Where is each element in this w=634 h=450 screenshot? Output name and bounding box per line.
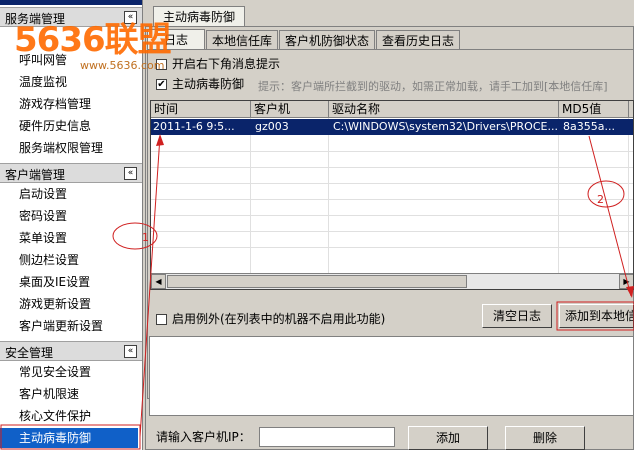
annotation-box-sidebar — [0, 424, 141, 450]
annotation-label-2: 2 — [597, 193, 604, 206]
annotation-circle-2 — [587, 180, 625, 208]
annotation-box-button — [556, 301, 634, 331]
annotation-circle-1 — [112, 222, 158, 250]
annotation-arrow-1 — [139, 135, 161, 438]
annotation-arrowhead-1 — [156, 134, 164, 146]
annotation-arrowhead-2 — [626, 286, 634, 298]
annotation-label-1: 1 — [142, 231, 149, 244]
annotation-overlay: 1 2 — [0, 134, 634, 450]
annotation-arrow-2 — [588, 135, 632, 297]
